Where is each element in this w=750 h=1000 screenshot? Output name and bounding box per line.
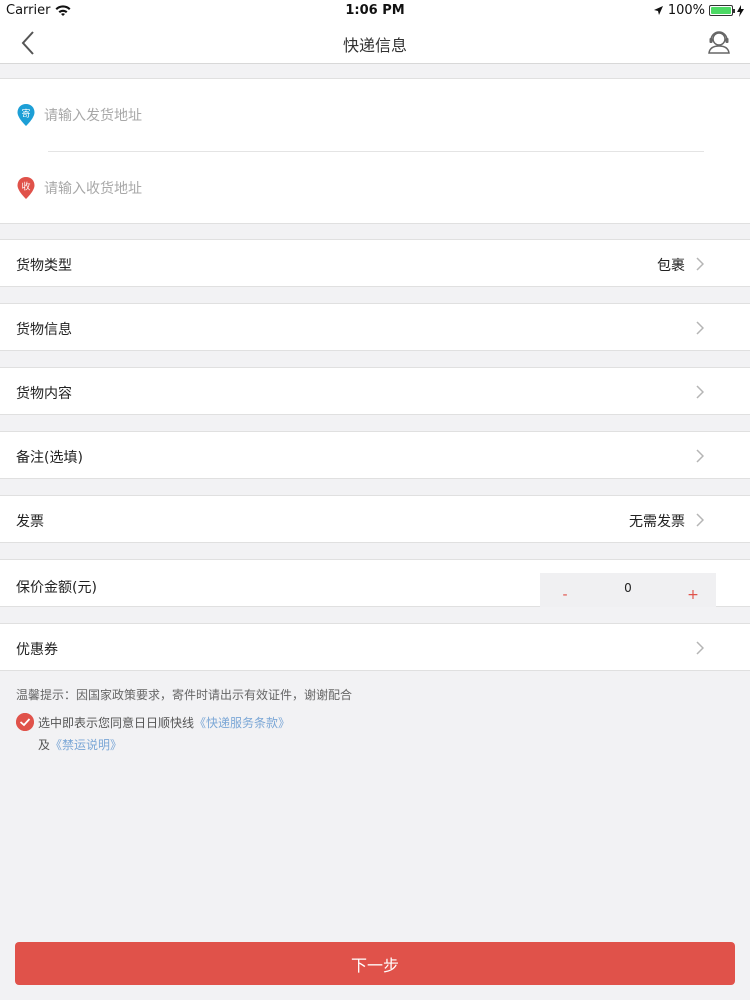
address-card: 寄 收	[0, 78, 750, 224]
send-address-input[interactable]	[44, 105, 644, 127]
increment-button[interactable]: +	[686, 587, 700, 603]
nav-bar: 快递信息	[0, 22, 750, 64]
cargo-content-row[interactable]: 货物内容	[0, 367, 750, 415]
agreement-line-2: 及《禁运说明》	[38, 736, 122, 753]
charging-bolt-icon	[737, 4, 744, 17]
insured-amount-label: 保价金额(元)	[16, 580, 97, 596]
prohibited-items-link[interactable]: 《禁运说明》	[50, 738, 122, 752]
cargo-info-label: 货物信息	[16, 322, 72, 338]
receive-address-input[interactable]	[44, 178, 644, 200]
insured-amount-row: 保价金额(元) - 0 +	[0, 559, 750, 607]
chevron-right-icon	[696, 257, 704, 271]
agreement-line-1: 选中即表示您同意日日顺快线《快递服务条款》	[38, 714, 290, 731]
agreement-prefix: 选中即表示您同意日日顺快线	[38, 716, 195, 730]
insured-amount-stepper: - 0 +	[540, 573, 716, 607]
remark-label: 备注(选填)	[16, 450, 83, 466]
chevron-right-icon	[696, 513, 704, 527]
cargo-info-row[interactable]: 货物信息	[0, 303, 750, 351]
coupon-label: 优惠券	[16, 642, 58, 658]
remark-row[interactable]: 备注(选填)	[0, 431, 750, 479]
agreement-and: 及	[38, 738, 51, 752]
send-location-pin-icon: 寄	[17, 104, 35, 126]
warm-tip-text: 温馨提示：因国家政策要求，寄件时请出示有效证件，谢谢配合	[16, 688, 353, 702]
chevron-right-icon	[696, 641, 704, 655]
chevron-right-icon	[696, 449, 704, 463]
customer-service-icon[interactable]	[706, 28, 732, 54]
battery-fill	[711, 7, 731, 14]
battery-icon	[709, 5, 735, 16]
battery-percent: 100%	[667, 3, 705, 18]
cargo-content-label: 货物内容	[16, 386, 72, 402]
send-address-row[interactable]: 寄	[0, 79, 750, 151]
status-bar: Carrier 1:06 PM 100%	[0, 0, 750, 22]
status-time: 1:06 PM	[345, 3, 405, 18]
send-pin-badge: 寄	[21, 108, 30, 120]
agree-checkbox-icon[interactable]	[16, 713, 34, 731]
invoice-value: 无需发票	[629, 514, 685, 530]
status-right: 100%	[653, 3, 744, 18]
receive-pin-badge: 收	[21, 181, 30, 193]
chevron-right-icon	[696, 321, 704, 335]
cargo-type-row[interactable]: 货物类型 包裹	[0, 239, 750, 287]
receive-address-row[interactable]: 收	[0, 152, 750, 224]
decrement-button[interactable]: -	[558, 587, 572, 603]
location-arrow-icon	[653, 6, 663, 15]
cargo-type-value: 包裹	[657, 258, 685, 274]
invoice-label: 发票	[16, 514, 44, 530]
page-title: 快递信息	[342, 36, 407, 55]
service-terms-link[interactable]: 《快递服务条款》	[194, 716, 290, 730]
insured-amount-value[interactable]: 0	[600, 581, 656, 595]
next-step-button[interactable]: 下一步	[15, 942, 735, 985]
coupon-row[interactable]: 优惠券	[0, 623, 750, 671]
invoice-row[interactable]: 发票 无需发票	[0, 495, 750, 543]
chevron-right-icon	[696, 385, 704, 399]
cargo-type-label: 货物类型	[16, 258, 72, 274]
receive-location-pin-icon: 收	[17, 177, 35, 199]
